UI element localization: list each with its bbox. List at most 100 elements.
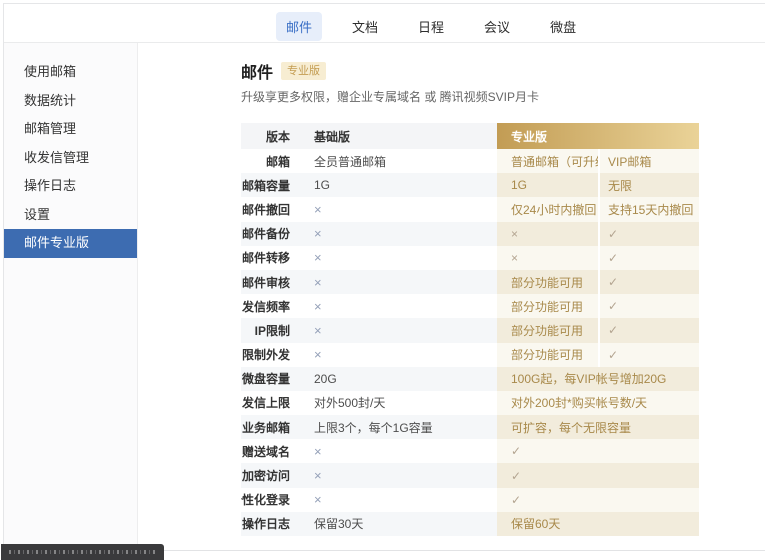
sidebar-item[interactable]: 收发信管理	[4, 144, 137, 173]
table-row: 邮箱容量1G1G无限	[241, 173, 699, 197]
pro-vip-value-cell: 无限	[598, 173, 699, 197]
feature-label-cell: 邮件撤回	[241, 197, 303, 221]
pro-vip-value-cell: ✓	[598, 270, 699, 294]
feature-label-cell: 邮件备份	[241, 222, 303, 246]
pro-vip-value-cell: ✓	[598, 318, 699, 342]
basic-value-cell: 全员普通邮箱	[303, 149, 497, 173]
pro-vip-value-cell: ✓	[598, 343, 699, 367]
table-row: 个性化登录×✓	[241, 488, 699, 512]
comparison-table: 版本基础版专业版邮箱全员普通邮箱普通邮箱（可升级）VIP邮箱邮箱容量1G1G无限…	[241, 123, 699, 536]
pro-standard-value-cell: 部分功能可用	[497, 343, 598, 367]
pro-span-value-cell: ✓	[497, 488, 699, 512]
table-row: 邮件备份××✓	[241, 222, 699, 246]
table-row: 加密访问×✓	[241, 463, 699, 487]
table-row: 操作日志保留30天保留60天	[241, 512, 699, 536]
basic-value-cell: ×	[303, 197, 497, 221]
pro-standard-value-cell: 部分功能可用	[497, 294, 598, 318]
pro-standard-value-cell: 部分功能可用	[497, 270, 598, 294]
page-title-text: 邮件	[241, 59, 273, 83]
pro-version-badge: 专业版	[281, 62, 326, 80]
nav-tab[interactable]: 邮件	[276, 12, 322, 41]
table-row: 发信频率×部分功能可用✓	[241, 294, 699, 318]
pro-span-value-cell: ✓	[497, 439, 699, 463]
pro-standard-value-cell: 1G	[497, 173, 598, 197]
table-row: 邮件撤回×仅24小时内撤回支持15天内撤回	[241, 197, 699, 221]
feature-label-cell: 发信上限	[241, 391, 303, 415]
sidebar-item[interactable]: 数据统计	[4, 87, 137, 116]
basic-value-cell: 对外500封/天	[303, 391, 497, 415]
sidebar-item[interactable]: 邮件专业版	[4, 229, 137, 258]
upgrade-subtitle: 升级享更多权限，赠企业专属域名 或 腾讯视频SVIP月卡	[241, 88, 539, 105]
pro-vip-value-cell: ✓	[598, 294, 699, 318]
page-title: 邮件 专业版	[241, 59, 326, 83]
table-header-row: 版本基础版专业版	[241, 123, 699, 149]
feature-label-cell: 操作日志	[241, 512, 303, 536]
pro-span-value-cell: 保留60天	[497, 512, 699, 536]
feature-label-cell: 加密访问	[241, 463, 303, 487]
feature-label-cell: 邮件转移	[241, 246, 303, 270]
basic-value-cell: 保留30天	[303, 512, 497, 536]
feature-label-cell: 业务邮箱	[241, 415, 303, 439]
header-version-cell: 版本	[241, 123, 303, 149]
feature-label-cell: 发信频率	[241, 294, 303, 318]
table-row: 邮件审核×部分功能可用✓	[241, 270, 699, 294]
basic-value-cell: 20G	[303, 367, 497, 391]
pro-span-value-cell: 可扩容，每个无限容量	[497, 415, 699, 439]
feature-label-cell: 邮件审核	[241, 270, 303, 294]
basic-value-cell: 上限3个，每个1G容量	[303, 415, 497, 439]
sidebar-item[interactable]: 设置	[4, 201, 137, 230]
table-row: 邮箱全员普通邮箱普通邮箱（可升级）VIP邮箱	[241, 149, 699, 173]
pro-vip-value-cell: 支持15天内撤回	[598, 197, 699, 221]
table-row: 限制外发×部分功能可用✓	[241, 343, 699, 367]
pro-span-value-cell: 对外200封*购买帐号数/天	[497, 391, 699, 415]
nav-tab[interactable]: 会议	[474, 12, 520, 41]
sidebar-items: 使用邮箱数据统计邮箱管理收发信管理操作日志设置邮件专业版	[4, 43, 137, 258]
pro-span-value-cell: 100G起，每VIP帐号增加20G	[497, 367, 699, 391]
feature-label-cell: 个性化登录	[241, 488, 303, 512]
feature-label-cell: 限制外发	[241, 343, 303, 367]
table-row: 微盘容量20G100G起，每VIP帐号增加20G	[241, 367, 699, 391]
sidebar: 使用邮箱数据统计邮箱管理收发信管理操作日志设置邮件专业版	[4, 43, 138, 550]
pro-standard-value-cell: 仅24小时内撤回	[497, 197, 598, 221]
basic-value-cell: ×	[303, 343, 497, 367]
pro-vip-value-cell: VIP邮箱	[598, 149, 699, 173]
top-navigation: 邮件文档日程会议微盘	[4, 4, 765, 43]
pro-standard-value-cell: 普通邮箱（可升级）	[497, 149, 598, 173]
feature-label-cell: IP限制	[241, 318, 303, 342]
nav-tab[interactable]: 日程	[408, 12, 454, 41]
feature-label-cell: 微盘容量	[241, 367, 303, 391]
nav-tabs: 邮件文档日程会议微盘	[276, 12, 586, 41]
sidebar-item[interactable]: 邮箱管理	[4, 115, 137, 144]
basic-value-cell: ×	[303, 222, 497, 246]
pro-vip-value-cell: ✓	[598, 222, 699, 246]
header-pro-cell: 专业版	[497, 123, 699, 149]
nav-tab[interactable]: 微盘	[540, 12, 586, 41]
feature-label-cell: 赠送域名	[241, 439, 303, 463]
basic-value-cell: ×	[303, 246, 497, 270]
feature-label-cell: 邮箱	[241, 149, 303, 173]
feature-label-cell: 邮箱容量	[241, 173, 303, 197]
basic-value-cell: ×	[303, 488, 497, 512]
pro-standard-value-cell: 部分功能可用	[497, 318, 598, 342]
table-row: 业务邮箱上限3个，每个1G容量可扩容，每个无限容量	[241, 415, 699, 439]
pro-span-value-cell: ✓	[497, 463, 699, 487]
sidebar-item[interactable]: 使用邮箱	[4, 58, 137, 87]
pro-standard-value-cell: ×	[497, 246, 598, 270]
sidebar-item[interactable]: 操作日志	[4, 172, 137, 201]
pro-vip-value-cell: ✓	[598, 246, 699, 270]
basic-value-cell: ×	[303, 439, 497, 463]
basic-value-cell: ×	[303, 270, 497, 294]
header-basic-cell: 基础版	[303, 123, 497, 149]
basic-value-cell: ×	[303, 294, 497, 318]
basic-value-cell: ×	[303, 318, 497, 342]
pro-standard-value-cell: ×	[497, 222, 598, 246]
table-row: 赠送域名×✓	[241, 439, 699, 463]
browser-status-tooltip	[1, 544, 164, 560]
clipped-status-text	[9, 550, 156, 554]
table-row: 发信上限对外500封/天对外200封*购买帐号数/天	[241, 391, 699, 415]
table-row: IP限制×部分功能可用✓	[241, 318, 699, 342]
table-row: 邮件转移××✓	[241, 246, 699, 270]
basic-value-cell: 1G	[303, 173, 497, 197]
app-window: 邮件文档日程会议微盘 使用邮箱数据统计邮箱管理收发信管理操作日志设置邮件专业版 …	[3, 3, 765, 551]
nav-tab[interactable]: 文档	[342, 12, 388, 41]
